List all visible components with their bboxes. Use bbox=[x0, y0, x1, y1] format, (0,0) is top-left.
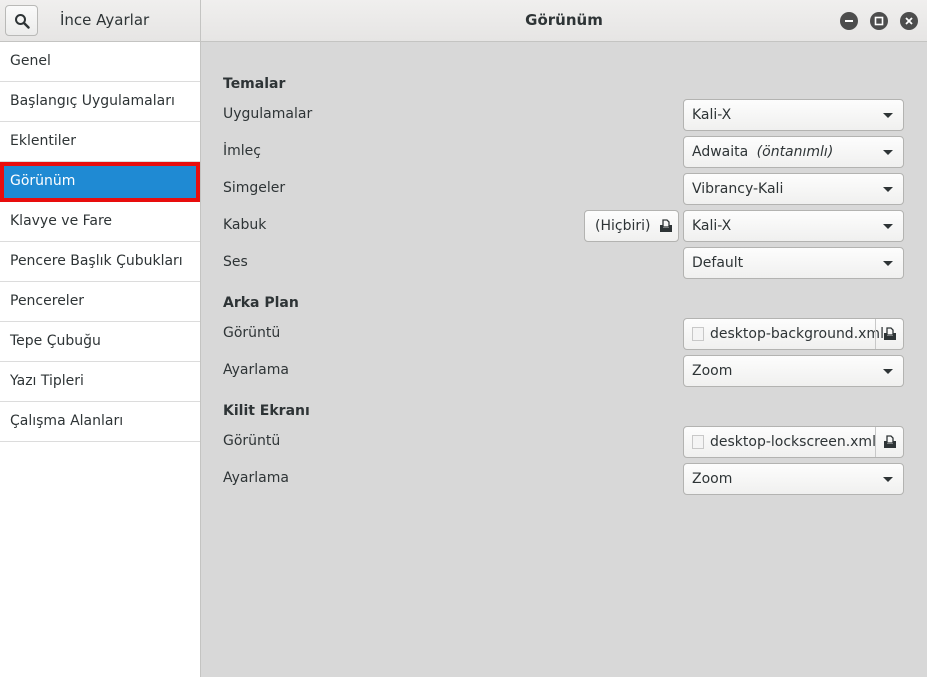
background-adjustment-label: Ayarlama bbox=[223, 362, 289, 378]
chevron-down-icon bbox=[883, 113, 893, 118]
sidebar-item-top-bar[interactable]: Tepe Çubuğu bbox=[0, 322, 200, 362]
cursor-label: İmleç bbox=[223, 143, 261, 159]
sidebar: Genel Başlangıç Uygulamaları Eklentiler … bbox=[0, 42, 201, 677]
window-controls bbox=[840, 12, 918, 30]
tweaks-window: İnce Ayarlar Görünüm Genel Başlangıç Uyg… bbox=[0, 0, 927, 677]
lockscreen-image-file-name: desktop-lockscreen.xml bbox=[710, 434, 876, 450]
sidebar-item-extensions[interactable]: Eklentiler bbox=[0, 122, 200, 162]
maximize-icon bbox=[874, 16, 884, 26]
themes-section-title: Temalar bbox=[223, 76, 286, 92]
lockscreen-adjustment-combo[interactable]: Zoom bbox=[683, 463, 904, 495]
icons-theme-combo[interactable]: Vibrancy-Kali bbox=[683, 173, 904, 205]
chevron-down-icon bbox=[883, 369, 893, 374]
sound-theme-value: Default bbox=[692, 255, 744, 271]
sidebar-item-keyboard-mouse[interactable]: Klavye ve Fare bbox=[0, 202, 200, 242]
shell-theme-combo[interactable]: Kali-X bbox=[683, 210, 904, 242]
app-title: İnce Ayarlar bbox=[60, 11, 150, 29]
sidebar-item-windows[interactable]: Pencereler bbox=[0, 282, 200, 322]
cursor-theme-combo[interactable]: Adwaita (öntanımlı) bbox=[683, 136, 904, 168]
xml-file-icon bbox=[692, 435, 704, 449]
lockscreen-image-label: Görüntü bbox=[223, 433, 281, 449]
shell-file-button[interactable]: (Hiçbiri) bbox=[584, 210, 679, 242]
xml-file-icon bbox=[692, 327, 704, 341]
sidebar-item-general[interactable]: Genel bbox=[0, 42, 200, 82]
sidebar-item-window-titlebars[interactable]: Pencere Başlık Çubukları bbox=[0, 242, 200, 282]
shell-theme-value: Kali-X bbox=[692, 218, 732, 234]
chevron-down-icon bbox=[883, 187, 893, 192]
document-open-icon[interactable] bbox=[875, 319, 903, 349]
background-image-label: Görüntü bbox=[223, 325, 281, 341]
background-image-file-name: desktop-background.xml bbox=[710, 326, 884, 342]
applications-theme-combo[interactable]: Kali-X bbox=[683, 99, 904, 131]
appearance-panel: Temalar Uygulamalar Kali-X İmleç Adwaita… bbox=[201, 42, 927, 677]
maximize-button[interactable] bbox=[870, 12, 888, 30]
cursor-default-note: (öntanımlı) bbox=[756, 144, 834, 160]
applications-label: Uygulamalar bbox=[223, 106, 313, 122]
shell-file-value: (Hiçbiri) bbox=[595, 218, 651, 234]
sidebar-item-workspaces[interactable]: Çalışma Alanları bbox=[0, 402, 200, 442]
background-image-file-button[interactable]: desktop-background.xml bbox=[683, 318, 904, 350]
header-left: İnce Ayarlar bbox=[0, 0, 201, 41]
close-button[interactable] bbox=[900, 12, 918, 30]
search-icon bbox=[14, 13, 30, 29]
sidebar-item-fonts[interactable]: Yazı Tipleri bbox=[0, 362, 200, 402]
icons-label: Simgeler bbox=[223, 180, 286, 196]
close-icon bbox=[905, 17, 913, 25]
lockscreen-adjustment-label: Ayarlama bbox=[223, 470, 289, 486]
page-title: Görünüm bbox=[525, 11, 603, 29]
chevron-down-icon bbox=[883, 477, 893, 482]
chevron-down-icon bbox=[883, 224, 893, 229]
icons-theme-value: Vibrancy-Kali bbox=[692, 181, 784, 197]
search-button[interactable] bbox=[5, 5, 38, 36]
document-open-icon[interactable] bbox=[875, 427, 903, 457]
cursor-theme-value: Adwaita bbox=[692, 144, 749, 160]
document-open-icon bbox=[658, 211, 674, 241]
shell-label: Kabuk bbox=[223, 217, 267, 233]
header-bar: İnce Ayarlar Görünüm bbox=[0, 0, 927, 42]
sidebar-item-startup-applications[interactable]: Başlangıç Uygulamaları bbox=[0, 82, 200, 122]
lockscreen-adjustment-value: Zoom bbox=[692, 471, 733, 487]
lockscreen-image-file-button[interactable]: desktop-lockscreen.xml bbox=[683, 426, 904, 458]
chevron-down-icon bbox=[883, 261, 893, 266]
lockscreen-section-title: Kilit Ekranı bbox=[223, 403, 310, 419]
background-adjustment-value: Zoom bbox=[692, 363, 733, 379]
sound-theme-combo[interactable]: Default bbox=[683, 247, 904, 279]
applications-theme-value: Kali-X bbox=[692, 107, 732, 123]
sidebar-item-appearance[interactable]: Görünüm bbox=[0, 162, 200, 202]
sound-label: Ses bbox=[223, 254, 248, 270]
chevron-down-icon bbox=[883, 150, 893, 155]
background-adjustment-combo[interactable]: Zoom bbox=[683, 355, 904, 387]
background-section-title: Arka Plan bbox=[223, 295, 299, 311]
minimize-button[interactable] bbox=[840, 12, 858, 30]
minimize-icon bbox=[845, 20, 853, 22]
